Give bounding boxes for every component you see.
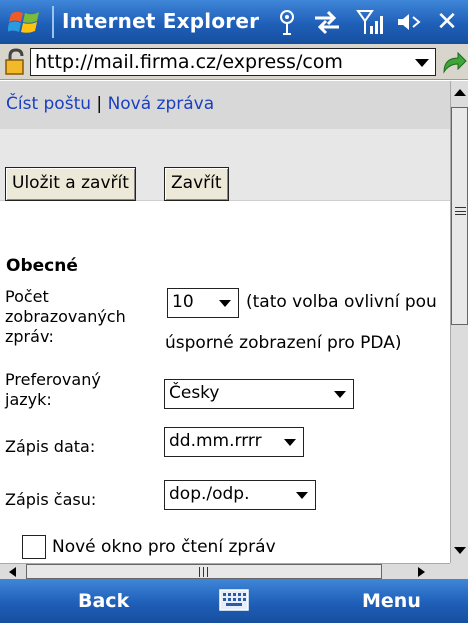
read-mail-link[interactable]: Číst poštu xyxy=(6,94,91,114)
connectivity-icon[interactable] xyxy=(275,8,299,36)
vertical-scrollbar[interactable] xyxy=(450,81,468,563)
horizontal-scroll-thumb[interactable] xyxy=(26,564,382,579)
language-value: Česky xyxy=(169,383,220,403)
scrollbar-corner xyxy=(450,563,468,579)
signal-strength-icon[interactable] xyxy=(356,8,386,36)
new-window-checkbox[interactable] xyxy=(22,535,46,559)
dropdown-arrow-icon[interactable] xyxy=(415,59,429,67)
new-message-link[interactable]: Nová zpráva xyxy=(108,94,215,114)
windows-flag-icon[interactable] xyxy=(8,8,42,36)
message-count-value: 10 xyxy=(172,292,194,312)
app-title: Internet Explorer xyxy=(62,9,260,33)
scroll-up-arrow-icon[interactable] xyxy=(454,89,466,96)
chevron-down-icon xyxy=(219,300,231,307)
go-arrow-icon[interactable] xyxy=(440,48,468,76)
menu-softkey[interactable]: Menu xyxy=(362,590,421,612)
scroll-left-arrow-icon[interactable] xyxy=(9,567,16,577)
message-count-label-line2: zobrazovaných xyxy=(5,307,126,326)
grip-icon xyxy=(455,207,466,215)
back-softkey[interactable]: Back xyxy=(78,590,129,612)
message-count-note-line1: (tato volba ovlivní pou xyxy=(246,292,437,312)
scroll-right-arrow-icon[interactable] xyxy=(418,567,425,577)
lock-icon xyxy=(5,48,24,75)
vertical-scroll-thumb[interactable] xyxy=(451,107,468,325)
time-format-value: dop./odp. xyxy=(169,484,250,504)
horizontal-scrollbar[interactable] xyxy=(0,563,450,579)
grip-icon xyxy=(199,567,208,577)
save-close-button[interactable]: Uložit a zavřít xyxy=(5,167,136,201)
data-sync-icon[interactable] xyxy=(312,8,342,36)
message-count-label-line1: Počet xyxy=(5,287,49,306)
softkey-bar: Back Menu xyxy=(0,579,468,623)
language-label-line2: jazyk: xyxy=(5,390,52,409)
scroll-down-arrow-icon[interactable] xyxy=(454,547,466,554)
page-content[interactable]: Číst poštu | Nová zpráva Uložit a zavřít… xyxy=(0,81,450,563)
language-label-line1: Preferovaný xyxy=(5,370,101,389)
nav-separator: | xyxy=(91,94,108,114)
date-format-select[interactable]: dd.mm.rrrr xyxy=(164,427,304,457)
nav-links: Číst poštu | Nová zpráva xyxy=(6,94,214,114)
nav-bar: Číst poštu | Nová zpráva xyxy=(0,81,450,129)
close-button[interactable]: Zavřít xyxy=(164,167,229,201)
language-label: Preferovaný jazyk: xyxy=(5,370,101,410)
chevron-down-icon xyxy=(296,492,308,499)
url-text: http://mail.firma.cz/express/com xyxy=(35,51,343,73)
speaker-icon[interactable] xyxy=(395,8,423,36)
new-window-label: Nové okno pro čtení zpráv xyxy=(52,537,276,557)
language-select[interactable]: Česky xyxy=(164,379,354,409)
title-bar: Internet Explorer ✕ xyxy=(0,0,468,44)
section-title: Obecné xyxy=(6,256,78,276)
chevron-down-icon xyxy=(284,439,296,446)
date-format-value: dd.mm.rrrr xyxy=(169,431,262,451)
url-input[interactable]: http://mail.firma.cz/express/com xyxy=(30,48,436,76)
chevron-down-icon xyxy=(334,391,346,398)
title-separator xyxy=(52,6,54,38)
time-format-select[interactable]: dop./odp. xyxy=(164,480,316,510)
close-icon[interactable]: ✕ xyxy=(431,6,463,38)
keyboard-icon[interactable] xyxy=(219,589,249,611)
message-count-note-line2: úsporné zobrazení pro PDA) xyxy=(165,333,402,353)
date-format-label: Zápis data: xyxy=(5,437,96,456)
message-count-label-line3: zpráv: xyxy=(5,327,54,346)
time-format-label: Zápis času: xyxy=(5,490,97,509)
message-count-label: Počet zobrazovaných zpráv: xyxy=(5,287,126,347)
message-count-select[interactable]: 10 xyxy=(167,288,239,318)
address-bar: http://mail.firma.cz/express/com xyxy=(0,44,468,80)
